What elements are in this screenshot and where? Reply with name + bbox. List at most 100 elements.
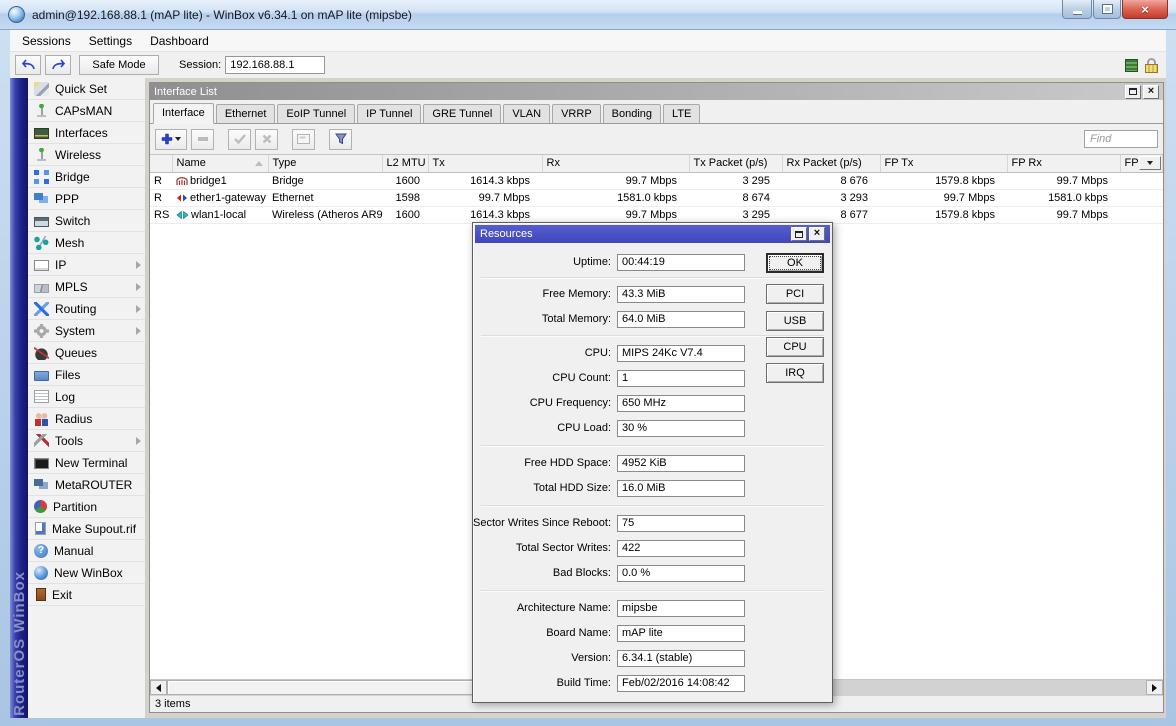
find-input[interactable] [1084, 130, 1158, 148]
sidebar-item-tools[interactable]: Tools [28, 430, 145, 452]
filter-button[interactable] [329, 129, 352, 150]
close-button[interactable]: × [1122, 0, 1168, 19]
window-close-button[interactable]: × [1143, 85, 1159, 99]
winbox-application-window: admin@192.168.88.1 (mAP lite) - WinBox v… [0, 0, 1176, 726]
tab-interface[interactable]: Interface [153, 103, 214, 124]
separator [481, 445, 824, 446]
minimize-button[interactable] [1062, 0, 1092, 19]
row-flags: R [150, 189, 172, 206]
sidebar-item-bridge[interactable]: Bridge [28, 166, 145, 188]
tab-ethernet[interactable]: Ethernet [216, 104, 276, 123]
sidebar-item-radius[interactable]: Radius [28, 408, 145, 430]
pci-button[interactable]: PCI [766, 284, 824, 304]
col-fp-tx[interactable]: FP Tx [880, 155, 1007, 172]
cpu-button[interactable]: CPU [766, 337, 824, 357]
ok-button[interactable]: OK [766, 253, 824, 273]
usb-button[interactable]: USB [766, 311, 824, 331]
col-l2mtu[interactable]: L2 MTU [382, 155, 428, 172]
window-maximize-button[interactable] [1125, 85, 1141, 99]
undo-button[interactable] [15, 55, 41, 75]
comment-button[interactable] [292, 129, 315, 150]
table-row[interactable]: R ether1-gateway Ethernet 1598 99.7 Mbps… [150, 189, 1163, 206]
sidebar-item-routing[interactable]: Routing [28, 298, 145, 320]
tab-eoip-tunnel[interactable]: EoIP Tunnel [277, 104, 355, 123]
col-tx[interactable]: Tx [428, 155, 542, 172]
irq-button[interactable]: IRQ [766, 363, 824, 383]
col-flags[interactable] [150, 155, 172, 172]
cpu-count-input[interactable] [617, 370, 745, 387]
free-hdd-space-input[interactable] [617, 455, 745, 472]
sidebar-item-ppp[interactable]: PPP [28, 188, 145, 210]
sidebar-item-capsman[interactable]: CAPsMAN [28, 100, 145, 122]
dialog-maximize-button[interactable] [791, 227, 807, 241]
sidebar-item-manual[interactable]: Manual [28, 540, 145, 562]
maximize-button[interactable] [1093, 0, 1121, 19]
tab-lte[interactable]: LTE [663, 104, 700, 123]
sidebar-item-make-supout[interactable]: Make Supout.rif [28, 518, 145, 540]
board-name-input[interactable] [617, 625, 745, 642]
sidebar-item-mesh[interactable]: Mesh [28, 232, 145, 254]
tab-ip-tunnel[interactable]: IP Tunnel [357, 104, 421, 123]
sidebar-item-partition[interactable]: Partition [28, 496, 145, 518]
safe-mode-button[interactable]: Safe Mode [79, 55, 159, 75]
cpu-input[interactable] [617, 345, 745, 362]
sidebar-item-log[interactable]: Log [28, 386, 145, 408]
disable-button[interactable] [255, 129, 278, 150]
queues-icon [34, 346, 49, 360]
tab-bonding[interactable]: Bonding [603, 104, 661, 123]
sidebar-item-ip[interactable]: IP [28, 254, 145, 276]
sidebar-item-wireless[interactable]: Wireless [28, 144, 145, 166]
table-row[interactable]: RS wlan1-local Wireless (Atheros AR9... … [150, 206, 1163, 223]
menu-sessions[interactable]: Sessions [13, 31, 80, 51]
col-tx-packet[interactable]: Tx Packet (p/s) [689, 155, 782, 172]
col-type[interactable]: Type [268, 155, 382, 172]
architecture-name-input[interactable] [617, 600, 745, 617]
col-fp-rx[interactable]: FP Rx [1007, 155, 1120, 172]
total-hdd-size-input[interactable] [617, 480, 745, 497]
hscroll-track[interactable] [805, 680, 1146, 695]
sidebar-item-quick-set[interactable]: Quick Set [28, 78, 145, 100]
remove-button[interactable] [191, 129, 214, 150]
row-type: Ethernet [268, 189, 382, 206]
menu-dashboard[interactable]: Dashboard [141, 31, 218, 51]
enable-button[interactable] [228, 129, 251, 150]
free-memory-input[interactable] [617, 286, 745, 303]
redo-button[interactable] [45, 55, 71, 75]
sidebar-item-mpls[interactable]: MPLS [28, 276, 145, 298]
col-name[interactable]: Name [172, 155, 268, 172]
separator [481, 335, 824, 336]
total-memory-input[interactable] [617, 311, 745, 328]
sector-writes-since-reboot-input[interactable] [617, 515, 745, 532]
col-rx[interactable]: Rx [542, 155, 689, 172]
menu-settings[interactable]: Settings [80, 31, 141, 51]
col-fp-t[interactable]: FP T [1120, 155, 1163, 172]
total-sector-writes-input[interactable] [617, 540, 745, 557]
cpu-frequency-input[interactable] [617, 395, 745, 412]
tab-vrrp[interactable]: VRRP [552, 104, 601, 123]
session-input[interactable] [225, 56, 325, 74]
sidebar-item-system[interactable]: System [28, 320, 145, 342]
sidebar-item-files[interactable]: Files [28, 364, 145, 386]
sidebar-item-queues[interactable]: Queues [28, 342, 145, 364]
sidebar-item-metarouter[interactable]: MetaROUTER [28, 474, 145, 496]
sidebar-item-interfaces[interactable]: Interfaces [28, 122, 145, 144]
field-row-free-hdd-space: Free HDD Space: [473, 454, 832, 472]
hscroll-left-button[interactable] [150, 680, 167, 695]
sidebar-item-new-winbox[interactable]: New WinBox [28, 562, 145, 584]
tab-gre-tunnel[interactable]: GRE Tunnel [423, 104, 501, 123]
column-selector-button[interactable] [1139, 156, 1161, 170]
version-input[interactable] [617, 650, 745, 667]
hscroll-right-button[interactable] [1146, 680, 1163, 695]
tab-vlan[interactable]: VLAN [503, 104, 550, 123]
cpu-load-input[interactable] [617, 420, 745, 437]
col-rx-packet[interactable]: Rx Packet (p/s) [782, 155, 880, 172]
sidebar-item-new-terminal[interactable]: New Terminal [28, 452, 145, 474]
uptime-input[interactable] [617, 254, 745, 271]
table-row[interactable]: R bridge1 Bridge 1600 1614.3 kbps 99.7 M… [150, 172, 1163, 189]
sidebar-item-exit[interactable]: Exit [28, 584, 145, 606]
build-time-input[interactable] [617, 675, 745, 692]
sidebar-item-switch[interactable]: Switch [28, 210, 145, 232]
bad-blocks-input[interactable] [617, 565, 745, 582]
dialog-close-button[interactable]: × [809, 227, 825, 241]
add-interface-button[interactable] [155, 129, 187, 150]
